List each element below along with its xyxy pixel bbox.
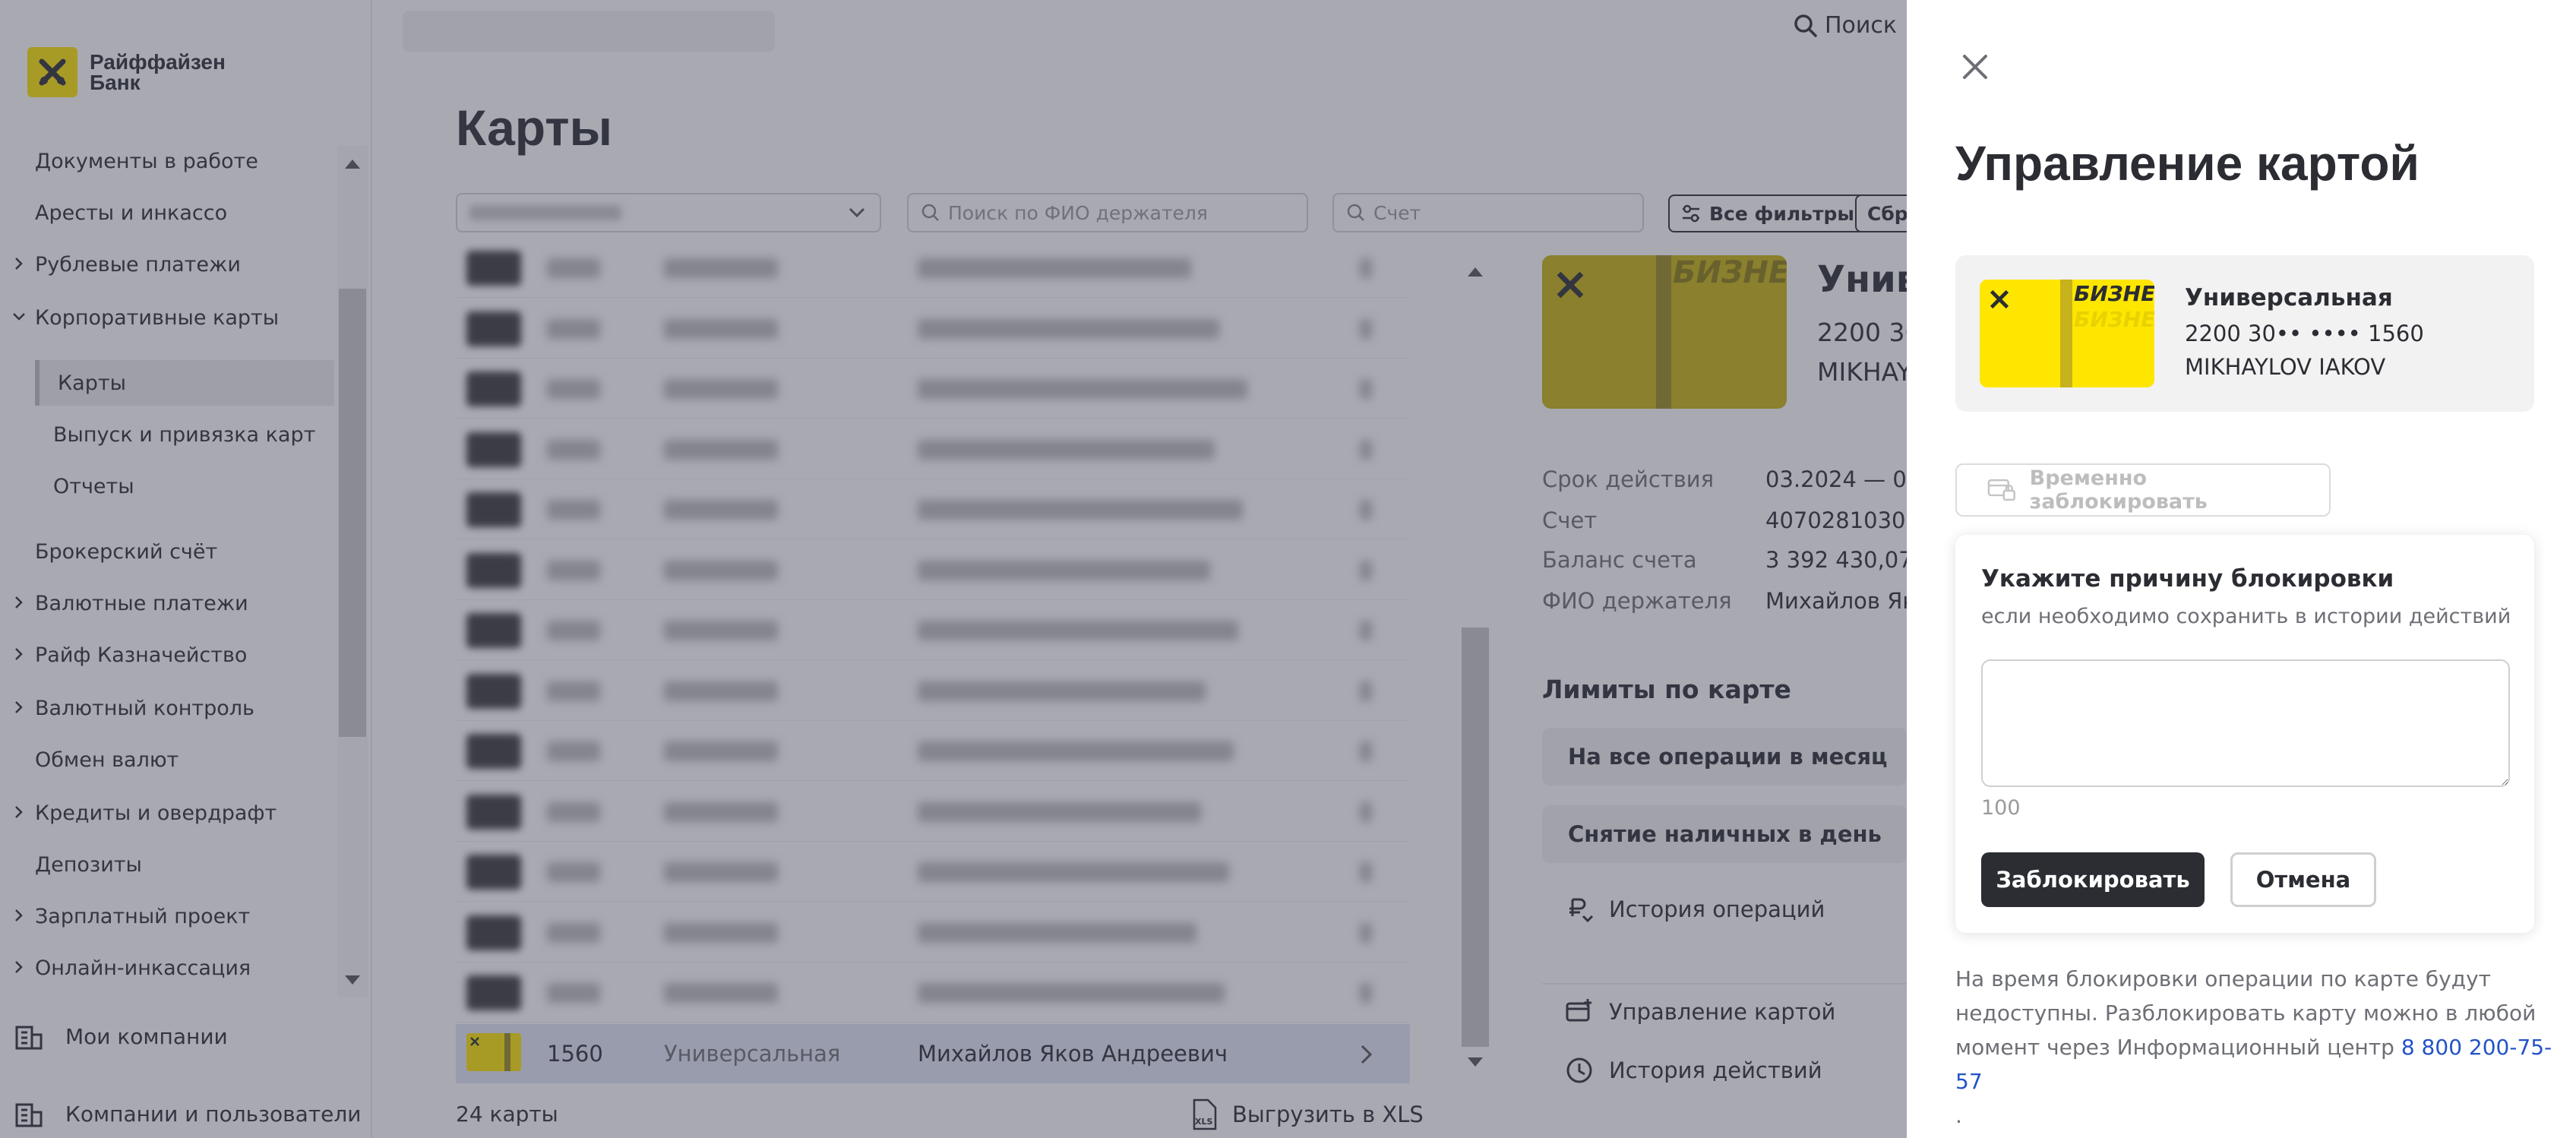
card-image-badge: БИЗНЕС (2074, 281, 2154, 306)
block-confirm-button[interactable]: Заблокировать (1981, 852, 2205, 907)
reason-subtitle: если необходимо сохранить в истории дейс… (1981, 605, 2511, 628)
panel-title: Управление картой (1955, 136, 2420, 191)
card-type: Универсальная (2185, 284, 2393, 311)
temp-block-label: Временно заблокировать (2029, 466, 2208, 514)
reason-title: Укажите причину блокировки (1981, 565, 2394, 593)
cancel-button[interactable]: Отмена (2230, 852, 2376, 907)
temp-block-button[interactable]: Временно заблокировать (1955, 463, 2331, 517)
card-lock-icon (1987, 479, 2015, 501)
raiffeisen-logo-icon (1990, 289, 2009, 309)
card-number: 2200 30•• •••• 1560 (2185, 321, 2424, 346)
block-note-end: . (1955, 1103, 1962, 1128)
close-icon[interactable] (1960, 52, 1990, 82)
card-image: БИЗНЕС БИЗНЕС (1980, 280, 2154, 387)
card-holder-name: MIKHAYLOV IAKOV (2185, 354, 2386, 380)
block-note: На время блокировки операции по карте бу… (1955, 962, 2555, 1133)
char-counter: 100 (1981, 796, 2021, 820)
reason-textarea[interactable] (1981, 659, 2510, 787)
modal-overlay[interactable] (0, 0, 1907, 1138)
card-image-badge-watermark: БИЗНЕС (2074, 307, 2154, 332)
